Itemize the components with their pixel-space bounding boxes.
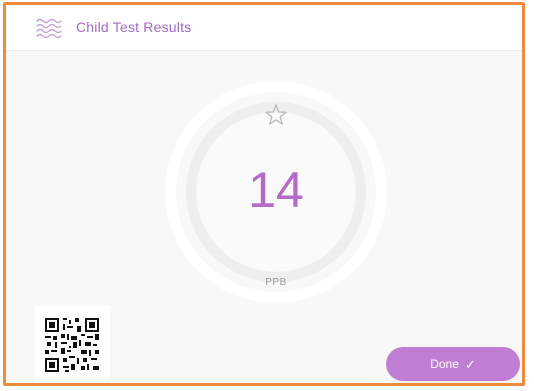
qr-code bbox=[35, 306, 110, 381]
header-bar: Child Test Results bbox=[6, 5, 522, 51]
qr-code-icon bbox=[45, 318, 99, 372]
checkmark-icon: ✓ bbox=[464, 356, 476, 372]
done-button[interactable]: Done ✓ bbox=[386, 347, 520, 381]
app-window: Child Test Results 14 PPB Done ✓ bbox=[3, 2, 525, 386]
page-title: Child Test Results bbox=[76, 19, 192, 35]
waves-icon bbox=[35, 18, 63, 40]
result-value: 14 bbox=[248, 162, 304, 218]
done-button-label: Done bbox=[430, 357, 459, 371]
star-outline-icon bbox=[263, 102, 289, 128]
unit-label: PPB bbox=[265, 277, 287, 288]
result-dial: 14 PPB bbox=[164, 80, 388, 304]
